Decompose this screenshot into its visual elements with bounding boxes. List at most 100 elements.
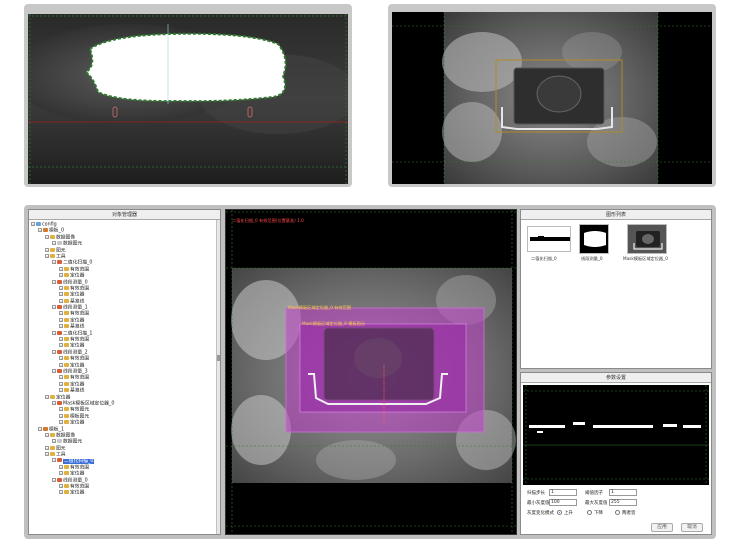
- tree-node-label: 二值化扫描_0: [63, 260, 93, 266]
- element-icon: [64, 413, 69, 418]
- expander-icon[interactable]: −: [52, 260, 56, 265]
- expander-icon[interactable]: −: [59, 413, 63, 418]
- expander-icon[interactable]: −: [38, 228, 42, 233]
- locator-icon: [64, 420, 69, 425]
- expander-icon[interactable]: −: [59, 317, 63, 322]
- baseline-icon: [64, 324, 69, 329]
- expander-icon[interactable]: −: [59, 362, 63, 367]
- expander-icon[interactable]: −: [45, 445, 49, 450]
- tree-scrollbar[interactable]: [216, 220, 220, 534]
- expander-icon[interactable]: −: [59, 420, 63, 425]
- expander-icon[interactable]: −: [45, 394, 49, 399]
- gray-mode-fall-radio[interactable]: [587, 510, 592, 515]
- expander-icon[interactable]: −: [59, 285, 63, 290]
- expander-icon[interactable]: −: [59, 356, 63, 361]
- expander-icon[interactable]: −: [59, 464, 63, 469]
- expander-icon[interactable]: −: [52, 439, 56, 444]
- expander-icon[interactable]: −: [59, 490, 63, 495]
- gray-mode-fall-label: 下降: [594, 511, 603, 516]
- apply-button[interactable]: 应用: [651, 523, 673, 532]
- expander-icon[interactable]: −: [59, 298, 63, 303]
- tree-node-label: Mask模板区域定位器_0: [63, 401, 115, 407]
- thumb-mask[interactable]: [627, 224, 667, 254]
- expander-icon[interactable]: −: [59, 324, 63, 329]
- expander-icon[interactable]: −: [45, 452, 49, 457]
- tree-node-label: 数据图元: [63, 439, 83, 445]
- thumb-line[interactable]: [579, 224, 609, 254]
- tools-icon: [50, 452, 55, 457]
- binarize-factor-input[interactable]: 1: [609, 489, 637, 496]
- graphics-list-pane: 图形列表 二值化扫描_0 线段测量_0 Mask模板区域定位器_0: [520, 209, 712, 369]
- expander-icon[interactable]: −: [52, 330, 56, 335]
- expander-icon[interactable]: −: [59, 388, 63, 393]
- expander-icon[interactable]: −: [45, 253, 49, 258]
- min-threshold-label: 最小灰度值: [527, 501, 550, 506]
- expander-icon[interactable]: −: [59, 407, 63, 412]
- min-threshold-input[interactable]: 100: [549, 499, 577, 506]
- expander-icon[interactable]: −: [52, 477, 56, 482]
- tree-node[interactable]: − 定位器: [31, 490, 216, 496]
- tree-node-label: 有效范围: [70, 484, 90, 490]
- gray-mode-rise-radio[interactable]: [557, 510, 562, 515]
- tool-icon: [57, 330, 62, 335]
- max-threshold-input[interactable]: 255: [609, 499, 637, 506]
- tool-icon: [57, 368, 62, 373]
- locator-icon: [64, 292, 69, 297]
- tree-node-label: 图元: [56, 446, 66, 452]
- expander-icon[interactable]: −: [45, 432, 49, 437]
- expander-icon[interactable]: −: [52, 279, 56, 284]
- expander-icon[interactable]: −: [59, 381, 63, 386]
- config-icon: [36, 222, 41, 226]
- expander-icon[interactable]: −: [52, 458, 56, 463]
- image-folder-icon: [50, 432, 55, 437]
- locator-icon: [64, 362, 69, 367]
- gray-mode-both-radio[interactable]: [615, 510, 620, 515]
- expander-icon[interactable]: −: [52, 400, 56, 405]
- thumb-binarize[interactable]: [527, 226, 571, 252]
- tree-scrollbar-grip[interactable]: [217, 355, 220, 361]
- expander-icon[interactable]: −: [45, 234, 49, 239]
- expander-icon[interactable]: −: [59, 484, 63, 489]
- object-manager-title: 对象管理器: [29, 210, 220, 220]
- expander-icon[interactable]: −: [59, 343, 63, 348]
- expander-icon[interactable]: −: [59, 375, 63, 380]
- expander-icon[interactable]: −: [52, 349, 56, 354]
- template-icon: [43, 228, 48, 233]
- profile-preview: [523, 385, 709, 485]
- tree-node-label: 基准线: [70, 324, 85, 330]
- graphics-list-title: 图形列表: [521, 210, 711, 220]
- tree-node-label: 定位器: [70, 292, 85, 298]
- tool-icon: [57, 349, 62, 354]
- expander-icon[interactable]: −: [52, 368, 56, 373]
- tree-node-label: 定位器: [70, 363, 85, 369]
- main-window: 对象管理器 − config − 模板_0− 数据图像 − 数据图元 − 图元 − 工具 − 二值化扫描…: [24, 205, 716, 539]
- locator-icon: [64, 273, 69, 278]
- expander-icon[interactable]: −: [59, 273, 63, 278]
- expander-icon[interactable]: −: [59, 266, 63, 271]
- expander-icon[interactable]: −: [59, 337, 63, 342]
- expander-icon[interactable]: −: [59, 292, 63, 297]
- preview-panel-mask: [388, 4, 716, 187]
- expander-icon[interactable]: −: [52, 241, 56, 246]
- tree-node-label: 工具: [56, 254, 66, 260]
- expander-icon[interactable]: −: [31, 222, 35, 226]
- max-threshold-label: 最大灰度值: [585, 501, 608, 506]
- tree-node-label: 模板_1: [49, 427, 65, 432]
- expander-icon[interactable]: −: [59, 311, 63, 316]
- tree-node-label: 有效图元: [70, 407, 90, 413]
- image-canvas-svg[interactable]: [226, 210, 516, 534]
- tree-node-label: 线段测量_2: [63, 350, 88, 356]
- expander-icon[interactable]: −: [52, 305, 56, 310]
- image-canvas-pane[interactable]: 二值化扫描_0 有效范围(位置基准) 1.0 Mask模板区域定位器_0 有效范…: [225, 209, 517, 535]
- scan-step-input[interactable]: 1: [549, 489, 577, 496]
- locator-icon: [64, 381, 69, 386]
- expander-icon[interactable]: −: [59, 471, 63, 476]
- tree-node-label: 数据图像: [56, 235, 76, 241]
- object-tree[interactable]: − config − 模板_0− 数据图像 − 数据图元 − 图元 − 工具 − 二值化扫描_0− 有效范…: [31, 222, 216, 530]
- expander-icon[interactable]: −: [45, 247, 49, 252]
- tree-node-label: 有效范围: [70, 337, 90, 343]
- cancel-button[interactable]: 取消: [681, 523, 703, 532]
- element-icon: [57, 439, 62, 444]
- expander-icon[interactable]: −: [38, 426, 42, 431]
- tree-node-label: 线段测量_3: [63, 369, 88, 375]
